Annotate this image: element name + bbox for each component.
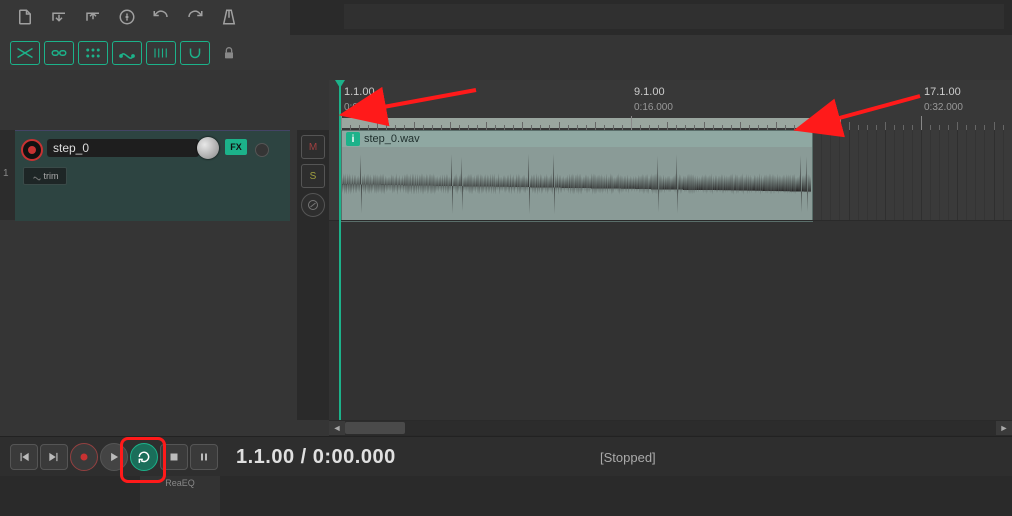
track-name-field[interactable]: step_0: [47, 139, 199, 157]
volume-knob[interactable]: [197, 137, 219, 159]
ripple-icon[interactable]: [44, 41, 74, 65]
grid-icon[interactable]: [78, 41, 108, 65]
ruler-time-label: 0:32.000: [924, 102, 963, 113]
metronome-icon[interactable]: [214, 2, 244, 32]
record-arm-button[interactable]: [21, 139, 43, 161]
marker-lane[interactable]: [344, 4, 1004, 29]
transport-stop-button[interactable]: [160, 444, 188, 470]
new-project-icon[interactable]: [10, 2, 40, 32]
track-index-gutter: 1: [0, 130, 16, 220]
transport-play-button[interactable]: [100, 443, 128, 471]
record-icon: [77, 450, 91, 464]
snap-grid-icon[interactable]: [146, 41, 176, 65]
repeat-icon: [137, 450, 151, 464]
ruler-bar-label: 1.1.00: [344, 86, 375, 98]
snap-icon[interactable]: [180, 41, 210, 65]
transport-record-button[interactable]: [70, 443, 98, 471]
routing-button[interactable]: trim: [23, 167, 67, 185]
project-settings-icon[interactable]: [112, 2, 142, 32]
fx-button[interactable]: FX: [225, 139, 247, 155]
skip-forward-icon: [47, 450, 61, 464]
pan-knob[interactable]: [255, 143, 269, 157]
transport-pause-button[interactable]: [190, 444, 218, 470]
transport-status: [Stopped]: [600, 450, 656, 465]
transport-repeat-button[interactable]: [130, 443, 158, 471]
route-icon: [32, 171, 42, 181]
envelope-icon: [307, 199, 319, 211]
main-toolbar: [0, 0, 290, 70]
arrange-view[interactable]: i step_0.wav: [329, 130, 1012, 420]
arrange-h-scrollbar[interactable]: ◄ ►: [329, 420, 1012, 436]
lock-icon[interactable]: [214, 38, 244, 68]
scroll-thumb[interactable]: [345, 422, 405, 434]
redo-icon[interactable]: [180, 2, 210, 32]
ruler-bar-label: 17.1.00: [924, 86, 961, 98]
crossfade-icon[interactable]: [10, 41, 40, 65]
item-info-icon[interactable]: i: [346, 132, 360, 146]
route-label: trim: [44, 171, 59, 181]
skip-back-icon: [17, 450, 31, 464]
lane-separator: [329, 220, 1012, 221]
track-header[interactable]: step_0 FX trim: [15, 130, 290, 221]
go-to-end-button[interactable]: [40, 444, 68, 470]
scroll-right-icon[interactable]: ►: [996, 421, 1012, 435]
arrange-empty-area[interactable]: [329, 220, 1012, 420]
track-number: 1: [3, 168, 9, 179]
waveform-display: [342, 147, 812, 221]
mixer-fx-label[interactable]: ReaEQ: [140, 476, 220, 488]
ruler-time-label: 0:16.000: [634, 102, 673, 113]
transport-bar: 1.1.00 / 0:00.000 [Stopped]: [0, 436, 1012, 477]
media-item-filename: step_0.wav: [364, 133, 420, 145]
play-cursor[interactable]: [339, 80, 341, 420]
track-control-panel: 1 step_0 FX trim: [0, 130, 290, 420]
pause-icon: [198, 451, 210, 463]
track-ms-column: M S: [297, 130, 329, 420]
save-project-icon[interactable]: [78, 2, 108, 32]
move-envelope-icon[interactable]: [112, 41, 142, 65]
open-project-icon[interactable]: [44, 2, 74, 32]
media-item[interactable]: i step_0.wav: [341, 130, 813, 222]
scroll-track[interactable]: [345, 421, 996, 435]
go-to-start-button[interactable]: [10, 444, 38, 470]
ruler-bar-label: 9.1.00: [634, 86, 665, 98]
mixer-panel: ReaEQ: [0, 476, 1012, 516]
media-item-header[interactable]: i step_0.wav: [342, 131, 812, 147]
transport-time-display[interactable]: 1.1.00 / 0:00.000: [236, 446, 396, 469]
stop-icon: [168, 451, 180, 463]
mixer-channel[interactable]: ReaEQ: [140, 476, 220, 516]
ruler-time-label: 0:00.000: [344, 102, 383, 113]
scroll-left-icon[interactable]: ◄: [329, 421, 345, 435]
solo-button[interactable]: S: [301, 164, 325, 188]
timeline-ruler[interactable]: 1.1.00 0:00.000 9.1.00 0:16.000 17.1.00 …: [329, 80, 1012, 131]
undo-icon[interactable]: [146, 2, 176, 32]
play-icon: [107, 450, 121, 464]
envelope-button[interactable]: [301, 193, 325, 217]
mute-button[interactable]: M: [301, 135, 325, 159]
